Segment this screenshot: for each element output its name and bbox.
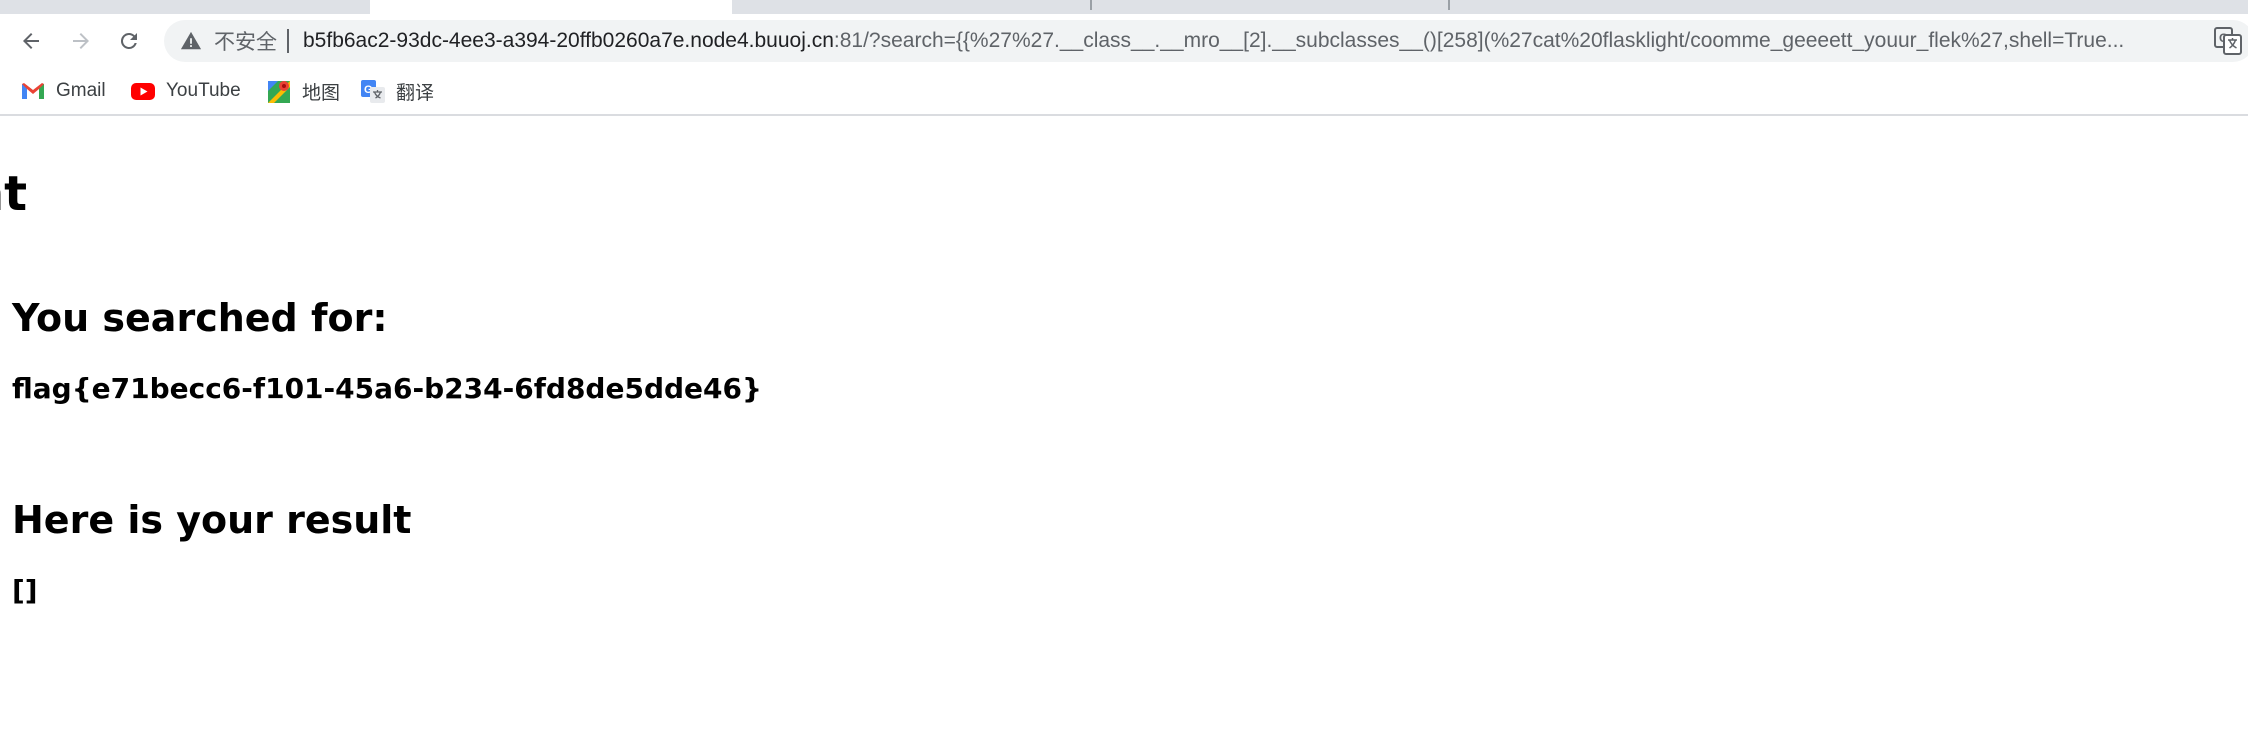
bookmark-label: YouTube [166, 80, 241, 101]
address-divider [287, 29, 289, 53]
result-heading: Here is your result [12, 498, 412, 542]
bookmark-youtube[interactable]: YouTube [130, 76, 241, 106]
gmail-icon [22, 83, 44, 99]
active-tab[interactable] [370, 0, 732, 14]
translate-page-icon[interactable]: G [2214, 27, 2242, 55]
back-arrow-icon [23, 33, 39, 49]
bookmark-label: 地图 [302, 82, 341, 104]
address-bar[interactable]: 不安全 b5fb6ac2-93dc-4ee3-a394-20ffb0260a7e… [164, 20, 2248, 62]
reload-button[interactable] [110, 22, 148, 60]
tab-separator [1448, 0, 1450, 10]
url-host: b5fb6ac2-93dc-4ee3-a394-20ffb0260a7e.nod… [303, 29, 834, 52]
bookmark-gmail[interactable]: Gmail [20, 76, 106, 106]
youtube-icon [131, 83, 155, 100]
translate-icon: G [361, 80, 385, 103]
security-label[interactable]: 不安全 [214, 26, 277, 56]
page-content: nt You searched for: flag{e71becc6-f101-… [0, 118, 2248, 745]
url-path: :81/?search={{%27%27.__class__.__mro__[2… [833, 29, 2125, 52]
searched-heading: You searched for: [12, 296, 388, 340]
bookmark-maps[interactable]: 地图 [266, 76, 340, 106]
warning-icon[interactable] [180, 30, 202, 52]
forward-button[interactable] [62, 22, 100, 60]
bookmark-translate[interactable]: G 翻译 [360, 76, 434, 106]
page-title-clipped: nt [0, 166, 28, 222]
searched-value: flag{e71becc6-f101-45a6-b234-6fd8de5dde4… [12, 372, 762, 405]
bookmark-label: 翻译 [396, 82, 435, 104]
browser-toolbar: 不安全 b5fb6ac2-93dc-4ee3-a394-20ffb0260a7e… [0, 14, 2248, 68]
forward-arrow-icon [73, 33, 89, 49]
maps-icon [268, 81, 290, 103]
reload-icon [120, 32, 137, 49]
tab-strip [0, 0, 2248, 14]
tab-separator [1090, 0, 1092, 10]
result-value: [] [12, 574, 38, 607]
back-button[interactable] [12, 22, 50, 60]
bookmark-label: Gmail [56, 80, 106, 101]
bookmarks-bar: Gmail YouTube 地图 G 翻译 [0, 68, 2248, 116]
